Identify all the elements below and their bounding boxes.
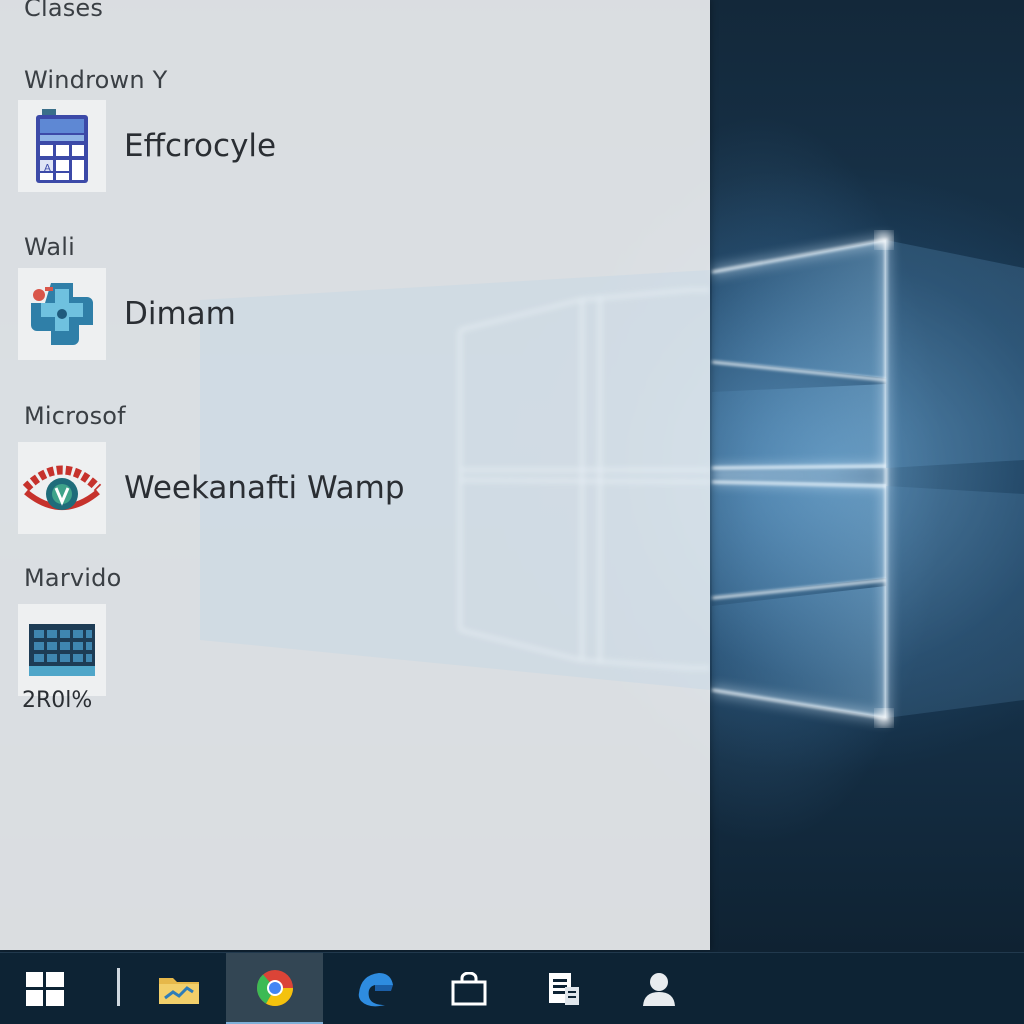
app-item-effcrocyle[interactable]: A Effcrocyle [18, 100, 276, 192]
taskbar [0, 952, 1024, 1024]
start-button[interactable] [14, 953, 76, 1024]
group-label-3: Microsof [24, 402, 126, 430]
grid-monitor-icon [18, 604, 106, 696]
app-item-marvido[interactable] [18, 604, 106, 696]
person-icon [643, 973, 675, 1006]
app-name-label: Weekanafti Wamp [124, 470, 405, 506]
browser-icon [256, 969, 293, 1006]
app-item-dimam[interactable]: Dimam [18, 268, 236, 360]
taskbar-separator [117, 968, 120, 1006]
group-label-2: Wali [24, 233, 76, 261]
calculator-icon: A [18, 100, 106, 192]
start-menu-panel: Clases Windrown Y A Effcrocyle Wali Dima… [0, 0, 710, 950]
desktop-screen: Clases Windrown Y A Effcrocyle Wali Dima… [0, 0, 1024, 1024]
documents-button[interactable] [532, 953, 594, 1024]
app-item-weekanafti-wamp[interactable]: Weekanafti Wamp [18, 442, 405, 534]
file-explorer-button[interactable] [148, 953, 210, 1024]
svg-text:A: A [44, 163, 51, 174]
app-name-label: Dimam [124, 296, 236, 332]
group-label-1: Windrown Y [24, 66, 168, 94]
bag-icon [451, 972, 487, 1006]
browser-button[interactable] [226, 953, 323, 1024]
emblem-icon [18, 442, 106, 534]
puzzle-icon [18, 268, 106, 360]
app-sub-label: 2R0l% [22, 688, 93, 713]
menu-header: Clases [24, 0, 104, 22]
store-button[interactable] [438, 953, 500, 1024]
people-button[interactable] [628, 953, 690, 1024]
edge-button[interactable] [344, 953, 406, 1024]
document-icon [549, 973, 579, 1005]
app-name-label: Effcrocyle [124, 128, 277, 164]
windows-logo-icon [26, 972, 64, 1006]
group-label-4: Marvido [24, 564, 122, 592]
folder-icon [159, 978, 199, 1004]
edge-icon [358, 973, 393, 1007]
